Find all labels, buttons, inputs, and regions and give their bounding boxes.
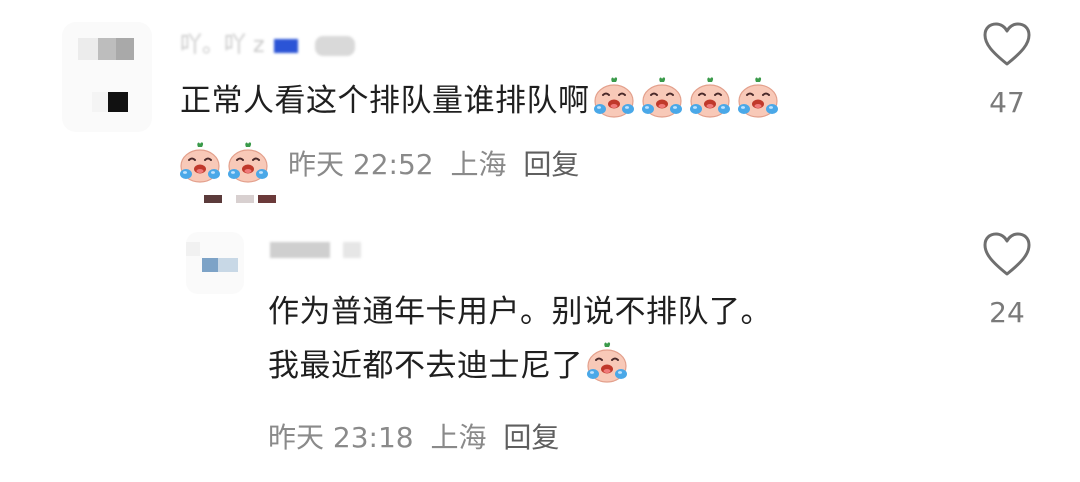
username[interactable]: 吖。吖 z <box>180 32 355 60</box>
crying-face-emoji <box>687 75 733 121</box>
comment-body: 我最近都不去迪士尼了 <box>268 348 583 384</box>
comment-meta: 昨天 22:52 上海 回复 <box>288 147 579 183</box>
crying-face-emoji <box>584 340 630 386</box>
location: 上海 <box>450 148 507 181</box>
reply-button[interactable]: 回复 <box>503 421 559 454</box>
avatar[interactable] <box>62 22 152 132</box>
crying-face-emoji <box>225 140 271 186</box>
emoji-row <box>176 140 272 186</box>
comment-meta: 昨天 23:18 上海 回复 <box>268 420 559 456</box>
comment-line: 我最近都不去迪士尼了 <box>268 339 948 393</box>
comment-body: 正常人看这个排队量谁排队啊 <box>180 83 590 119</box>
comment-text: 正常人看这个排队量谁排队啊 <box>180 74 940 128</box>
artefact <box>258 195 276 203</box>
crying-face-emoji <box>591 75 637 121</box>
avatar[interactable] <box>186 232 244 294</box>
artefact <box>204 195 222 203</box>
username[interactable] <box>270 236 361 264</box>
crying-face-emoji <box>639 75 685 121</box>
comment-text: 作为普通年卡用户。别说不排队了。 我最近都不去迪士尼了 <box>268 285 948 393</box>
obscured-block <box>273 39 298 53</box>
heart-outline-icon[interactable] <box>982 232 1032 278</box>
like-count: 24 <box>989 296 1025 329</box>
like-count: 47 <box>989 86 1025 119</box>
timestamp: 昨天 22:52 <box>288 148 434 181</box>
reply-button[interactable]: 回复 <box>523 148 579 181</box>
artefact <box>236 195 254 203</box>
obscured-block <box>343 242 361 258</box>
username-text: 吖。吖 z <box>180 33 265 58</box>
timestamp: 昨天 23:18 <box>268 421 414 454</box>
obscured-block <box>270 242 330 258</box>
comment-line: 作为普通年卡用户。别说不排队了。 <box>268 294 772 330</box>
crying-face-emoji <box>177 140 223 186</box>
location: 上海 <box>430 421 487 454</box>
crying-face-emoji <box>735 75 781 121</box>
obscured-block <box>314 36 355 56</box>
heart-outline-icon[interactable] <box>982 22 1032 68</box>
